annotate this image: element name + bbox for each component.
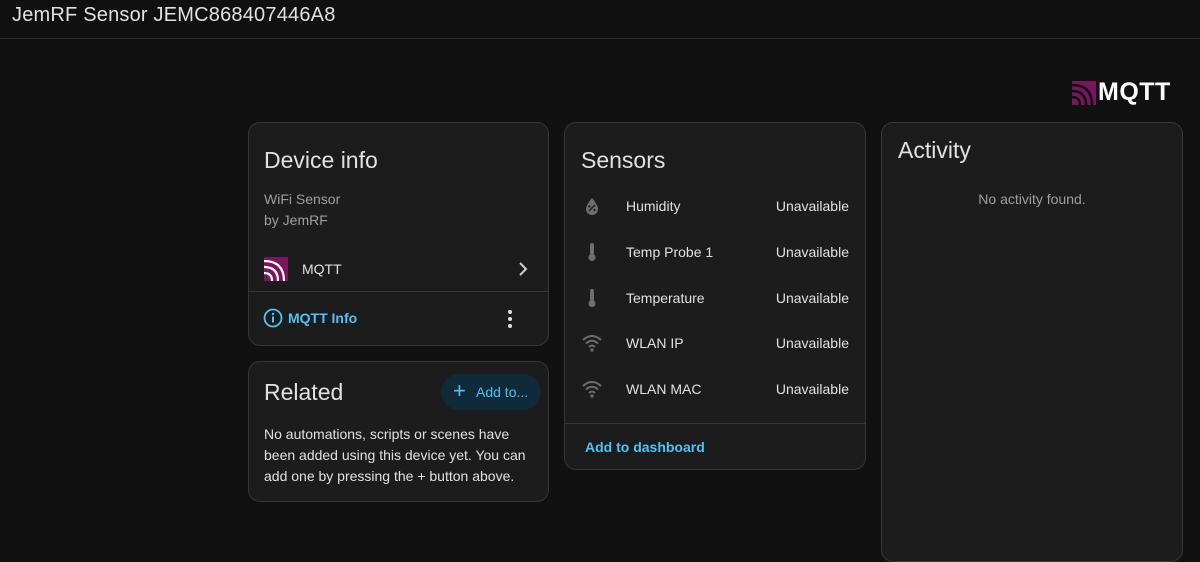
thermometer-icon	[588, 243, 596, 261]
activity-heading: Activity	[898, 137, 971, 163]
sensor-row-wlan-ip[interactable]: WLAN IP Unavailable	[565, 321, 865, 367]
device-info-card: Device info WiFi Sensor by JemRF MQTT MQ…	[248, 122, 549, 346]
sensor-value: Unavailable	[775, 335, 849, 351]
device-info-heading: Device info	[264, 147, 378, 173]
sensor-value: Unavailable	[775, 198, 849, 214]
mqtt-logo: MQTT	[1072, 78, 1171, 107]
sensor-value: Unavailable	[775, 290, 849, 306]
add-to-label: Add to...	[476, 384, 529, 400]
sensor-row-humidity[interactable]: Humidity Unavailable	[565, 184, 865, 230]
plus-icon: +	[453, 378, 466, 403]
add-to-dashboard-link[interactable]: Add to dashboard	[585, 439, 705, 455]
sensor-value: Unavailable	[775, 244, 849, 260]
add-to-button[interactable]: + Add to...	[441, 374, 541, 410]
activity-card: Activity No activity found.	[881, 122, 1183, 562]
sensor-row-wlan-mac[interactable]: WLAN MAC Unavailable	[565, 367, 865, 413]
info-icon	[263, 308, 283, 328]
chevron-right-icon	[519, 262, 528, 276]
sensor-name: Humidity	[626, 198, 681, 214]
integration-label: MQTT	[302, 261, 342, 277]
mqtt-logo-icon	[1072, 80, 1096, 105]
sensor-name: WLAN MAC	[626, 381, 702, 397]
wifi-icon	[582, 335, 602, 352]
sensors-divider	[565, 423, 865, 424]
mqtt-info-button[interactable]: MQTT Info	[263, 307, 363, 331]
related-card: Related + Add to... No automations, scri…	[248, 361, 549, 502]
integration-row[interactable]: MQTT	[249, 247, 548, 291]
sensors-card: Sensors Humidity Unavailable Temp Probe …	[564, 122, 866, 470]
sensor-name: WLAN IP	[626, 335, 684, 351]
device-info-divider	[249, 291, 548, 292]
sensor-name: Temperature	[626, 290, 705, 306]
device-model: WiFi Sensor	[264, 191, 341, 207]
mqtt-icon	[264, 257, 288, 281]
sensor-name: Temp Probe 1	[626, 244, 714, 260]
activity-empty-message: No activity found.	[978, 191, 1086, 207]
sensor-row-temp-probe-1[interactable]: Temp Probe 1 Unavailable	[565, 230, 865, 276]
mqtt-logo-text: MQTT	[1098, 78, 1171, 106]
page-title: JemRF Sensor JEMC868407446A8	[12, 4, 336, 26]
sensor-value: Unavailable	[775, 381, 849, 397]
related-empty-message: No automations, scripts or scenes have b…	[264, 426, 526, 484]
top-bar: JemRF Sensor JEMC868407446A8	[0, 0, 1200, 39]
humidity-icon	[586, 198, 598, 215]
thermometer-icon	[588, 289, 596, 307]
device-manufacturer: by JemRF	[264, 212, 328, 228]
wifi-icon	[582, 381, 602, 398]
related-heading: Related	[264, 379, 344, 405]
more-vertical-icon[interactable]	[506, 309, 514, 329]
sensor-row-temperature[interactable]: Temperature Unavailable	[565, 276, 865, 322]
sensors-heading: Sensors	[581, 147, 666, 173]
mqtt-info-label: MQTT Info	[288, 310, 358, 326]
